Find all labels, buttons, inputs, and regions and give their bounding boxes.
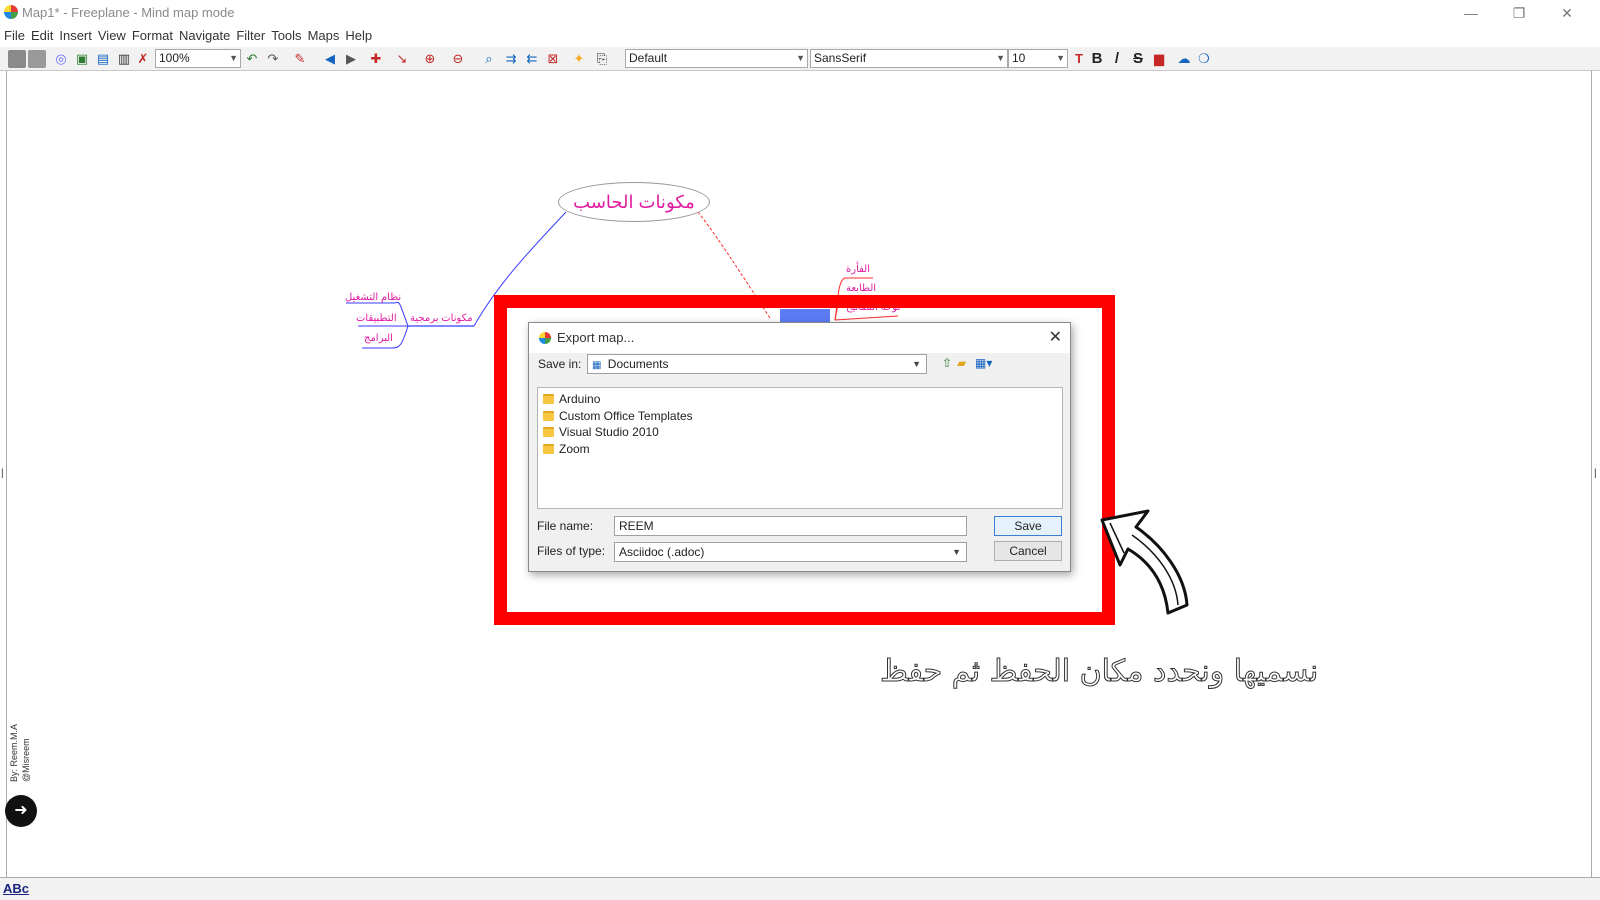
node-programs[interactable]: البرامج [364, 333, 393, 344]
chevron-down-icon: ▼ [912, 359, 921, 369]
save-button[interactable]: Save [994, 516, 1062, 536]
dialog-title-bar: Export map... ✕ [529, 323, 1070, 353]
node-applications[interactable]: التطبيقات [356, 313, 397, 324]
status-bar: ABc [0, 877, 1600, 900]
folder-icon [543, 410, 554, 421]
file-name-text: Custom Office Templates [559, 408, 693, 423]
folder-icon [543, 394, 554, 405]
file-name-text: Zoom [559, 441, 590, 456]
list-item[interactable]: Visual Studio 2010 [543, 424, 1057, 441]
file-name-input[interactable]: REEM [614, 516, 967, 536]
export-map-dialog: Export map... ✕ Save in: ▦ Documents ▼ ⇧… [528, 322, 1071, 572]
list-item[interactable]: Zoom [543, 441, 1057, 458]
save-in-value: Documents [607, 357, 669, 371]
root-node[interactable]: مكونات الحاسب [558, 182, 710, 222]
author-watermark: By: Reem.M.A @Misreem [8, 720, 38, 782]
hand-drawn-arrow-icon [1100, 509, 1189, 615]
file-name-text: Visual Studio 2010 [559, 425, 659, 440]
spell-check-indicator[interactable]: ABc [3, 881, 29, 896]
node-os[interactable]: نظام التشغيل [345, 292, 401, 303]
documents-icon: ▦ [592, 360, 602, 371]
list-item[interactable]: Custom Office Templates [543, 408, 1057, 425]
freeplane-dialog-icon [539, 332, 551, 344]
file-name-text: Arduino [559, 392, 601, 407]
save-in-select[interactable]: ▦ Documents ▼ [587, 354, 927, 374]
node-software-components[interactable]: مكونات برمجية [410, 313, 473, 324]
node-printer[interactable]: الطابعة [846, 283, 876, 294]
chevron-down-icon: ▼ [952, 547, 961, 557]
file-name-label: File name: [537, 519, 594, 533]
folder-icon [543, 443, 554, 454]
file-type-value: Asciidoc (.adoc) [619, 545, 705, 559]
list-item[interactable]: Arduino [543, 391, 1057, 408]
dialog-title: Export map... [557, 330, 635, 345]
close-icon[interactable]: ✕ [1049, 327, 1062, 347]
folder-icon [543, 427, 554, 438]
save-in-label: Save in: [538, 357, 582, 371]
view-menu-icon[interactable]: ▦▾ [975, 356, 992, 370]
node-mouse[interactable]: الفأرة [846, 264, 870, 275]
up-folder-icon[interactable]: ⇧ [942, 356, 952, 370]
instruction-annotation: نسميها ونحدد مكان الحفظ ثم حفظ [879, 654, 1319, 690]
file-list[interactable]: Arduino Custom Office Templates Visual S… [537, 387, 1063, 509]
file-type-select[interactable]: Asciidoc (.adoc) ▼ [614, 542, 967, 562]
new-folder-icon[interactable]: ▰ [957, 356, 966, 370]
author-name: By: Reem.M.A [9, 723, 19, 782]
brand-logo-icon: ➜ [5, 795, 37, 827]
cancel-button[interactable]: Cancel [994, 541, 1062, 561]
author-handle: @Misreem [21, 738, 31, 782]
file-type-label: Files of type: [537, 544, 606, 558]
